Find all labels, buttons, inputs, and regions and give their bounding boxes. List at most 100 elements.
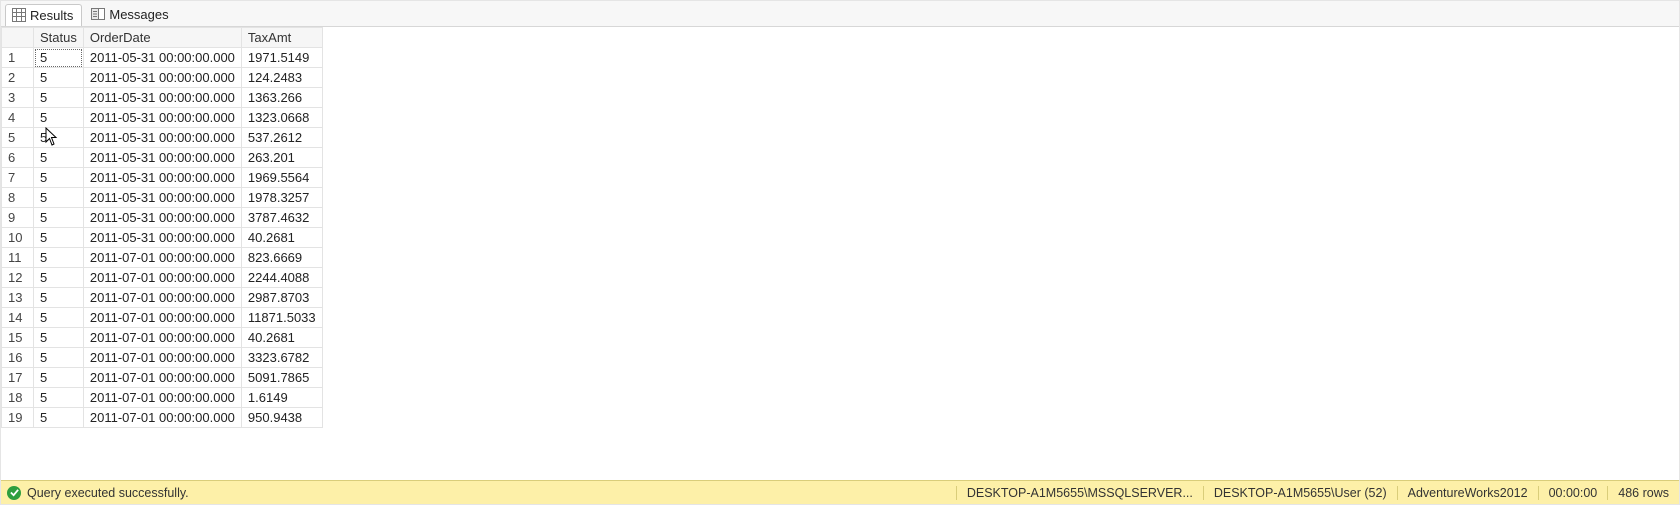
cell-taxamt[interactable]: 40.2681 [241,328,322,348]
table-row[interactable]: 452011-05-31 00:00:00.0001323.0668 [2,108,323,128]
table-row[interactable]: 1852011-07-01 00:00:00.0001.6149 [2,388,323,408]
cell-orderdate[interactable]: 2011-07-01 00:00:00.000 [83,368,241,388]
cell-taxamt[interactable]: 263.201 [241,148,322,168]
cell-taxamt[interactable]: 1363.266 [241,88,322,108]
cell-orderdate[interactable]: 2011-05-31 00:00:00.000 [83,148,241,168]
row-number-cell[interactable]: 4 [2,108,34,128]
cell-status[interactable]: 5 [34,248,84,268]
row-number-cell[interactable]: 16 [2,348,34,368]
cell-taxamt[interactable]: 11871.5033 [241,308,322,328]
row-number-cell[interactable]: 1 [2,48,34,68]
table-row[interactable]: 1452011-07-01 00:00:00.00011871.5033 [2,308,323,328]
cell-status[interactable]: 5 [34,88,84,108]
cell-taxamt[interactable]: 124.2483 [241,68,322,88]
cell-status[interactable]: 5 [34,408,84,428]
cell-orderdate[interactable]: 2011-05-31 00:00:00.000 [83,128,241,148]
cell-status[interactable]: 5 [34,288,84,308]
table-row[interactable]: 1052011-05-31 00:00:00.00040.2681 [2,228,323,248]
cell-taxamt[interactable]: 950.9438 [241,408,322,428]
tab-messages[interactable]: Messages [84,3,177,25]
cell-status[interactable]: 5 [34,228,84,248]
cell-status[interactable]: 5 [34,188,84,208]
cell-orderdate[interactable]: 2011-05-31 00:00:00.000 [83,208,241,228]
cell-orderdate[interactable]: 2011-05-31 00:00:00.000 [83,48,241,68]
table-row[interactable]: 1952011-07-01 00:00:00.000950.9438 [2,408,323,428]
cell-taxamt[interactable]: 1.6149 [241,388,322,408]
cell-orderdate[interactable]: 2011-07-01 00:00:00.000 [83,308,241,328]
table-row[interactable]: 1552011-07-01 00:00:00.00040.2681 [2,328,323,348]
cell-taxamt[interactable]: 3323.6782 [241,348,322,368]
cell-orderdate[interactable]: 2011-07-01 00:00:00.000 [83,388,241,408]
table-row[interactable]: 152011-05-31 00:00:00.0001971.5149 [2,48,323,68]
tab-results[interactable]: Results [5,4,82,26]
results-grid-scroll[interactable]: StatusOrderDateTaxAmt152011-05-31 00:00:… [1,27,1679,480]
column-header-status[interactable]: Status [34,28,84,48]
row-number-cell[interactable]: 15 [2,328,34,348]
cell-taxamt[interactable]: 3787.4632 [241,208,322,228]
row-number-cell[interactable]: 5 [2,128,34,148]
row-number-header[interactable] [2,28,34,48]
cell-taxamt[interactable]: 2987.8703 [241,288,322,308]
cell-status[interactable]: 5 [34,108,84,128]
cell-status[interactable]: 5 [34,368,84,388]
cell-taxamt[interactable]: 40.2681 [241,228,322,248]
cell-orderdate[interactable]: 2011-05-31 00:00:00.000 [83,168,241,188]
cell-taxamt[interactable]: 1323.0668 [241,108,322,128]
row-number-cell[interactable]: 17 [2,368,34,388]
cell-status[interactable]: 5 [34,388,84,408]
cell-orderdate[interactable]: 2011-07-01 00:00:00.000 [83,268,241,288]
cell-taxamt[interactable]: 1978.3257 [241,188,322,208]
cell-orderdate[interactable]: 2011-05-31 00:00:00.000 [83,108,241,128]
cell-taxamt[interactable]: 537.2612 [241,128,322,148]
cell-orderdate[interactable]: 2011-05-31 00:00:00.000 [83,188,241,208]
column-header-orderdate[interactable]: OrderDate [83,28,241,48]
cell-orderdate[interactable]: 2011-07-01 00:00:00.000 [83,328,241,348]
cell-status[interactable]: 5 [34,148,84,168]
cell-orderdate[interactable]: 2011-05-31 00:00:00.000 [83,228,241,248]
cell-status[interactable]: 5 [34,208,84,228]
table-row[interactable]: 652011-05-31 00:00:00.000263.201 [2,148,323,168]
cell-status[interactable]: 5 [34,128,84,148]
cell-status[interactable]: 5 [34,308,84,328]
table-row[interactable]: 1752011-07-01 00:00:00.0005091.7865 [2,368,323,388]
table-row[interactable]: 1252011-07-01 00:00:00.0002244.4088 [2,268,323,288]
cell-orderdate[interactable]: 2011-05-31 00:00:00.000 [83,68,241,88]
table-row[interactable]: 1152011-07-01 00:00:00.000823.6669 [2,248,323,268]
cell-taxamt[interactable]: 5091.7865 [241,368,322,388]
column-header-taxamt[interactable]: TaxAmt [241,28,322,48]
row-number-cell[interactable]: 6 [2,148,34,168]
cell-orderdate[interactable]: 2011-07-01 00:00:00.000 [83,348,241,368]
row-number-cell[interactable]: 13 [2,288,34,308]
cell-orderdate[interactable]: 2011-07-01 00:00:00.000 [83,288,241,308]
cell-status[interactable]: 5 [34,268,84,288]
row-number-cell[interactable]: 10 [2,228,34,248]
cell-status[interactable]: 5 [34,48,84,68]
row-number-cell[interactable]: 14 [2,308,34,328]
row-number-cell[interactable]: 7 [2,168,34,188]
cell-taxamt[interactable]: 1969.5564 [241,168,322,188]
row-number-cell[interactable]: 19 [2,408,34,428]
row-number-cell[interactable]: 8 [2,188,34,208]
cell-orderdate[interactable]: 2011-07-01 00:00:00.000 [83,248,241,268]
cell-taxamt[interactable]: 823.6669 [241,248,322,268]
row-number-cell[interactable]: 9 [2,208,34,228]
table-row[interactable]: 952011-05-31 00:00:00.0003787.4632 [2,208,323,228]
cell-status[interactable]: 5 [34,168,84,188]
cell-taxamt[interactable]: 1971.5149 [241,48,322,68]
table-row[interactable]: 852011-05-31 00:00:00.0001978.3257 [2,188,323,208]
cell-taxamt[interactable]: 2244.4088 [241,268,322,288]
row-number-cell[interactable]: 18 [2,388,34,408]
cell-orderdate[interactable]: 2011-07-01 00:00:00.000 [83,408,241,428]
table-row[interactable]: 252011-05-31 00:00:00.000124.2483 [2,68,323,88]
row-number-cell[interactable]: 2 [2,68,34,88]
cell-orderdate[interactable]: 2011-05-31 00:00:00.000 [83,88,241,108]
cell-status[interactable]: 5 [34,348,84,368]
table-row[interactable]: 1352011-07-01 00:00:00.0002987.8703 [2,288,323,308]
table-row[interactable]: 552011-05-31 00:00:00.000537.2612 [2,128,323,148]
row-number-cell[interactable]: 11 [2,248,34,268]
row-number-cell[interactable]: 3 [2,88,34,108]
cell-status[interactable]: 5 [34,68,84,88]
table-row[interactable]: 752011-05-31 00:00:00.0001969.5564 [2,168,323,188]
row-number-cell[interactable]: 12 [2,268,34,288]
cell-status[interactable]: 5 [34,328,84,348]
